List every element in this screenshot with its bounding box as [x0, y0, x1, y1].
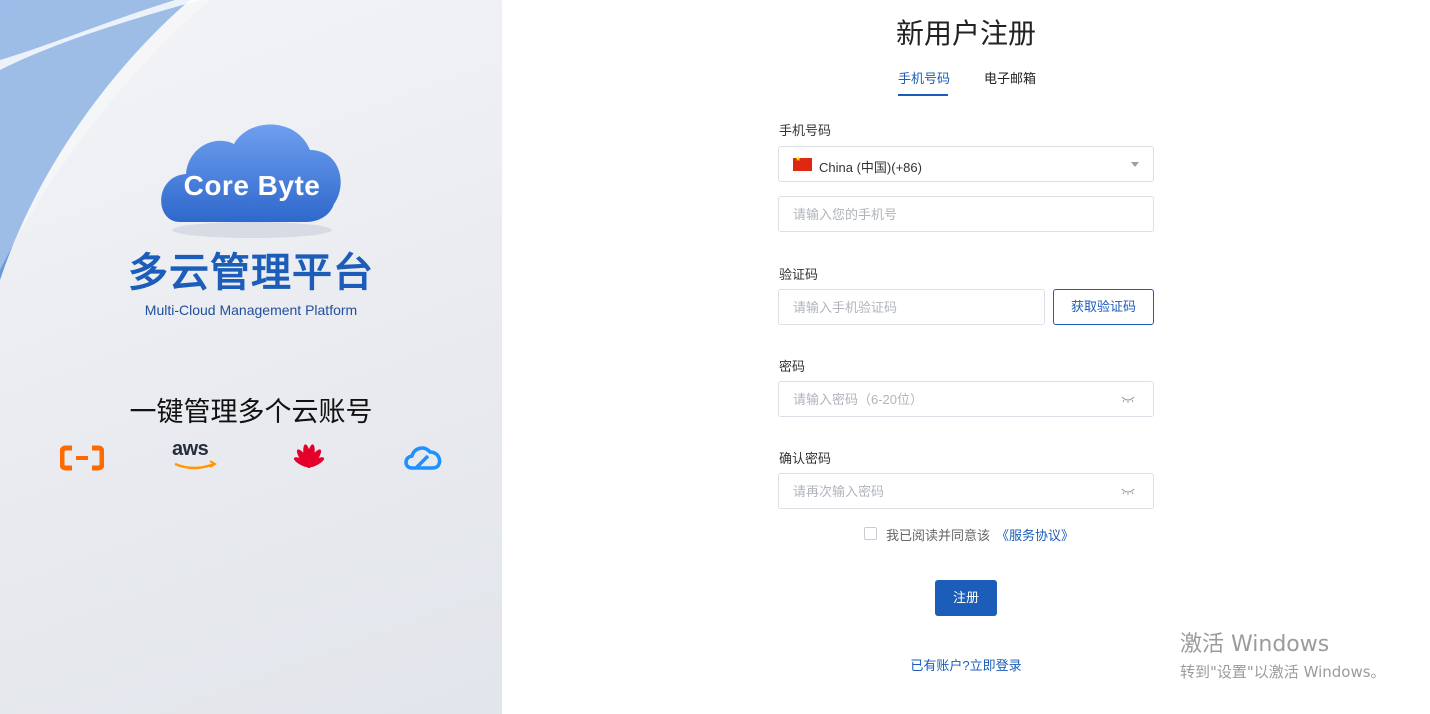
activation-title: 激活 Windows: [1180, 632, 1330, 657]
page-title: 新用户注册: [895, 17, 1036, 50]
aws-icon: aws: [172, 438, 222, 476]
country-select-value: China (中国)(+86): [819, 160, 922, 175]
alibaba-cloud-icon: [60, 445, 104, 471]
service-agreement-link[interactable]: 《服务协议》: [996, 525, 1074, 544]
eye-closed-icon[interactable]: [1121, 394, 1135, 404]
phone-input[interactable]: [779, 197, 1093, 231]
register-button[interactable]: 注册: [935, 580, 997, 616]
code-label: 验证码: [779, 267, 819, 282]
chevron-down-icon: [1131, 162, 1139, 167]
branding-panel: Core Byte 多云管理平台 Multi-Cloud Management …: [0, 0, 502, 714]
code-input-wrapper: [778, 289, 1045, 325]
phone-input-wrapper: [778, 196, 1154, 232]
confirm-password-input[interactable]: [779, 474, 1093, 508]
slogan: 一键管理多个云账号: [129, 397, 373, 428]
active-tab-underline: [898, 94, 948, 96]
code-input[interactable]: [779, 290, 1033, 324]
background-swoosh: [0, 0, 210, 280]
huawei-icon: [293, 444, 325, 468]
cloud-logo-text: Core Byte: [183, 170, 321, 201]
brand-subtitle: Multi-Cloud Management Platform: [144, 302, 358, 318]
password-input[interactable]: [779, 382, 1093, 416]
brand-title: 多云管理平台: [128, 250, 374, 296]
confirm-password-input-wrapper: [778, 473, 1154, 509]
tab-email[interactable]: 电子邮箱: [984, 68, 1036, 87]
eye-closed-icon[interactable]: [1121, 486, 1135, 496]
agreement-text: 我已阅读并同意该: [886, 528, 991, 543]
provider-logos: aws: [0, 438, 502, 476]
password-input-wrapper: [778, 381, 1154, 417]
tab-phone[interactable]: 手机号码: [898, 68, 950, 87]
core-byte-cloud-logo: Core Byte: [152, 112, 352, 242]
phone-label: 手机号码: [779, 123, 832, 138]
get-code-button[interactable]: 获取验证码: [1053, 289, 1154, 325]
china-flag-icon: ★: [793, 156, 812, 171]
windows-activation-watermark: 激活 Windows 转到"设置"以激活 Windows。: [1180, 626, 1386, 682]
password-label: 密码: [779, 359, 806, 374]
tencent-cloud-icon: [404, 446, 442, 470]
agreement-checkbox[interactable]: [864, 527, 877, 540]
country-select[interactable]: ★ China (中国)(+86): [778, 146, 1154, 182]
confirm-password-label: 确认密码: [779, 451, 832, 466]
activation-hint: 转到"设置"以激活 Windows。: [1180, 663, 1386, 681]
